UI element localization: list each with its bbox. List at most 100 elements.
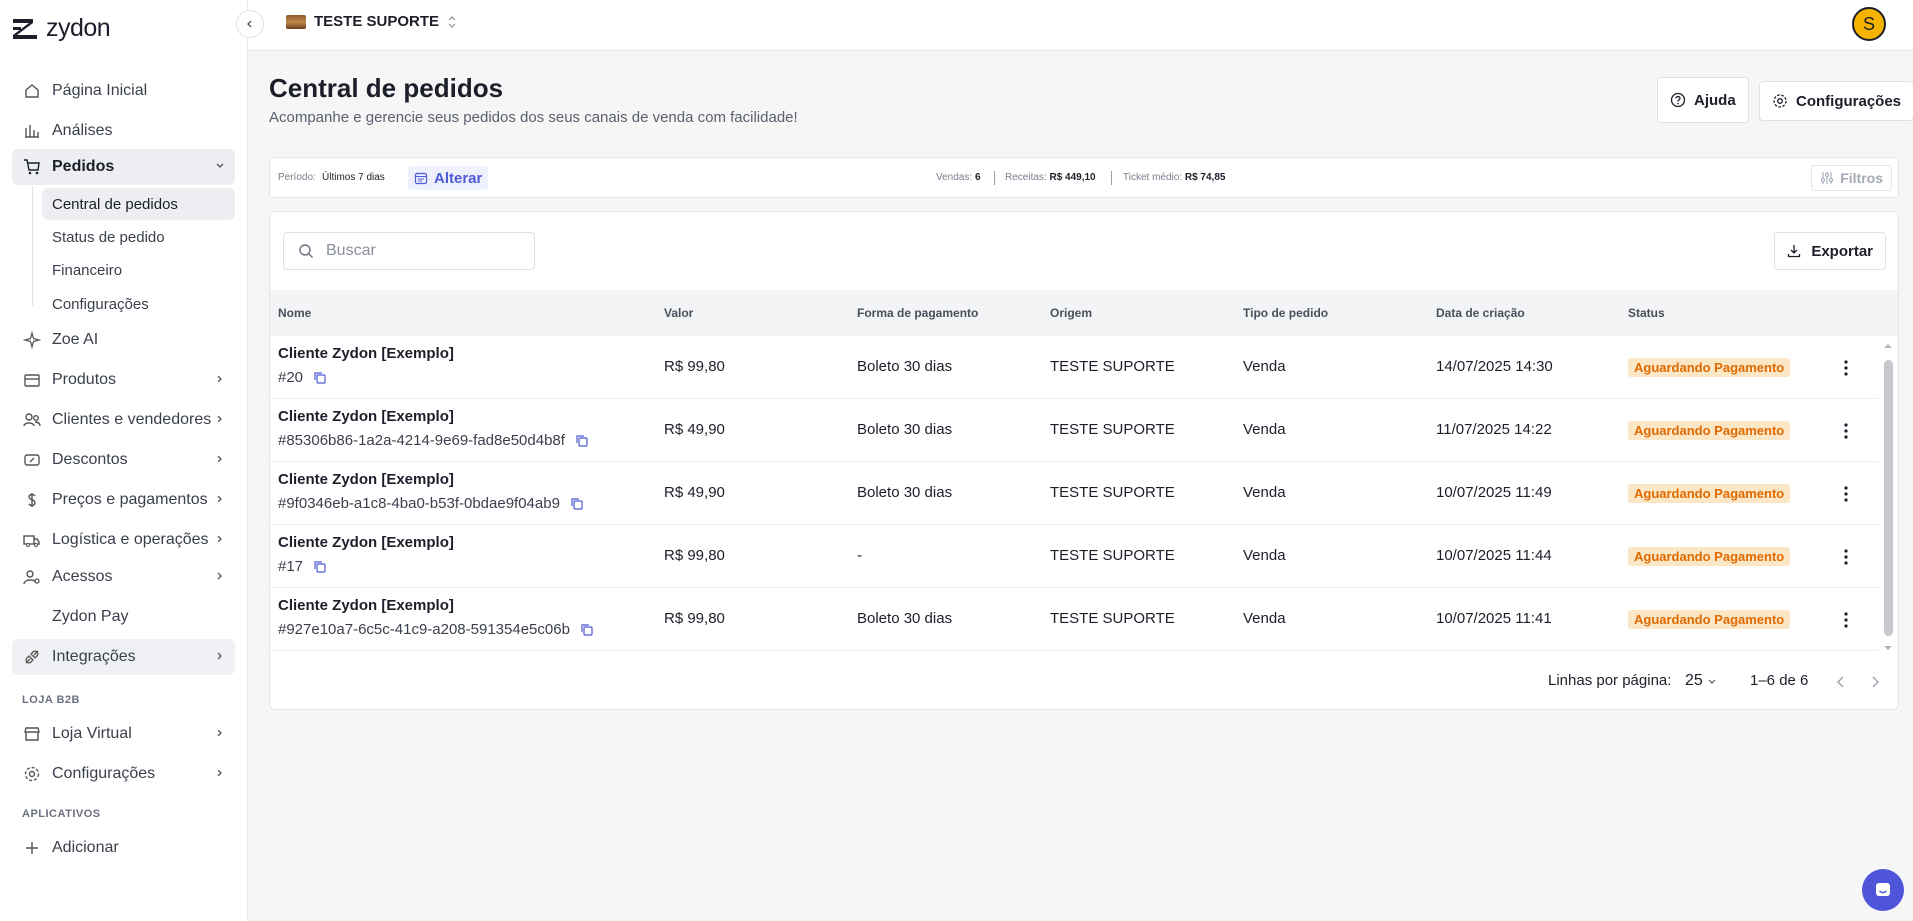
add-app-button[interactable]: Adicionar xyxy=(12,830,235,866)
sidebar-item-label: Descontos xyxy=(52,451,128,468)
order-type: Venda xyxy=(1243,358,1286,375)
created-at: 10/07/2025 11:41 xyxy=(1436,610,1552,627)
chat-icon xyxy=(1876,883,1890,896)
table-scrollbar[interactable] xyxy=(1878,336,1898,656)
sidebar-item-label: Zoe AI xyxy=(52,331,99,348)
table-row[interactable]: Cliente Zydon [Exemplo] #927e10a7-6c5c-4… xyxy=(270,588,1880,651)
change-period-button[interactable]: Alterar xyxy=(408,166,489,190)
sidebar-item-logistics[interactable]: Logística e operações xyxy=(12,522,235,558)
sidebar-item-prices-payments[interactable]: Preços e pagamentos xyxy=(12,482,235,518)
scroll-up-icon[interactable] xyxy=(1882,342,1894,350)
sliders-icon xyxy=(1821,172,1834,184)
logo[interactable]: zydon xyxy=(12,14,111,43)
order-origin: TESTE SUPORTE xyxy=(1050,610,1175,627)
sidebar-subitem-settings[interactable]: Configurações xyxy=(42,288,235,320)
filters-button[interactable]: Filtros xyxy=(1811,165,1892,191)
copy-icon[interactable] xyxy=(580,623,594,637)
more-options-icon[interactable] xyxy=(1838,611,1854,629)
export-button[interactable]: Exportar xyxy=(1774,232,1886,270)
sidebar-item-orders[interactable]: Pedidos xyxy=(12,149,235,185)
calendar-icon xyxy=(414,172,428,185)
store-flag-icon xyxy=(286,14,306,29)
column-header-created-at[interactable]: Data de criação xyxy=(1436,306,1525,320)
help-label: Ajuda xyxy=(1694,91,1736,109)
column-header-payment[interactable]: Forma de pagamento xyxy=(857,306,978,320)
sidebar-item-label: Preços e pagamentos xyxy=(52,491,208,508)
order-value: R$ 99,80 xyxy=(664,610,725,627)
scroll-thumb[interactable] xyxy=(1884,360,1893,636)
column-header-name[interactable]: Nome xyxy=(278,306,311,320)
help-button[interactable]: Ajuda xyxy=(1657,77,1749,123)
sidebar-item-label: Logística e operações xyxy=(52,531,209,548)
order-value: R$ 99,80 xyxy=(664,547,725,564)
sidebar-subitem-order-center[interactable]: Central de pedidos xyxy=(42,188,235,220)
sidebar-subitem-label: Configurações xyxy=(52,295,149,313)
chat-support-button[interactable] xyxy=(1862,869,1904,911)
customer-name: Cliente Zydon [Exemplo] xyxy=(278,534,454,551)
more-options-icon[interactable] xyxy=(1838,485,1854,503)
search-input[interactable] xyxy=(326,242,506,260)
payment-method: Boleto 30 dias xyxy=(857,484,953,501)
avatar[interactable]: S xyxy=(1852,7,1886,41)
order-id: #20 xyxy=(278,369,327,386)
gear-icon xyxy=(22,764,42,784)
settings-button[interactable]: Configurações xyxy=(1759,81,1913,121)
sidebar-item-products[interactable]: Produtos xyxy=(12,362,235,398)
sidebar-item-zydon-pay[interactable]: Zydon Pay xyxy=(12,599,235,635)
chevron-right-icon xyxy=(217,375,222,383)
table-row[interactable]: Cliente Zydon [Exemplo] #9f0346eb-a1c8-4… xyxy=(270,462,1880,525)
store-selector[interactable]: TESTE SUPORTE xyxy=(286,13,457,30)
column-header-order-type[interactable]: Tipo de pedido xyxy=(1243,306,1328,320)
table-header: Nome Valor Forma de pagamento Origem Tip… xyxy=(270,290,1898,336)
column-header-origin[interactable]: Origem xyxy=(1050,306,1092,320)
more-options-icon[interactable] xyxy=(1838,548,1854,566)
search-box[interactable] xyxy=(283,232,535,270)
chevron-right-icon xyxy=(217,495,222,503)
help-circle-icon xyxy=(1670,92,1686,108)
table-row[interactable]: Cliente Zydon [Exemplo] #85306b86-1a2a-4… xyxy=(270,399,1880,462)
section-label-b2b: LOJA B2B xyxy=(22,694,80,706)
sidebar-item-label: Zydon Pay xyxy=(52,608,129,625)
table-row[interactable]: Cliente Zydon [Exemplo] #20 R$ 99,80 Bol… xyxy=(270,336,1880,399)
sidebar-item-discounts[interactable]: Descontos xyxy=(12,442,235,478)
copy-icon[interactable] xyxy=(575,434,589,448)
sidebar-item-store-settings[interactable]: Configurações xyxy=(12,756,235,792)
search-icon xyxy=(299,244,313,258)
sidebar-item-label: Página Inicial xyxy=(52,82,148,99)
prev-page-icon[interactable] xyxy=(1834,674,1848,690)
sidebar-item-access[interactable]: Acessos xyxy=(12,559,235,595)
sidebar-item-zoe-ai[interactable]: Zoe AI xyxy=(12,322,235,358)
plus-icon xyxy=(22,838,42,858)
copy-icon[interactable] xyxy=(570,497,584,511)
copy-icon[interactable] xyxy=(313,371,327,385)
column-header-status[interactable]: Status xyxy=(1628,306,1665,320)
order-value: R$ 49,90 xyxy=(664,421,725,438)
order-id-text: #85306b86-1a2a-4214-9e69-fad8e50d4b8f xyxy=(278,432,565,449)
column-header-value[interactable]: Valor xyxy=(664,306,693,320)
sidebar-item-virtual-store[interactable]: Loja Virtual xyxy=(12,716,235,752)
order-id-text: #927e10a7-6c5c-41c9-a208-591354e5c06b xyxy=(278,621,570,638)
home-icon xyxy=(22,81,42,101)
next-page-icon[interactable] xyxy=(1868,674,1882,690)
sidebar-item-home[interactable]: Página Inicial xyxy=(12,73,235,109)
more-options-icon[interactable] xyxy=(1838,422,1854,440)
store-icon xyxy=(22,724,42,744)
sidebar-item-clients-sellers[interactable]: Clientes e vendedores xyxy=(12,402,235,438)
order-origin: TESTE SUPORTE xyxy=(1050,484,1175,501)
scroll-down-icon[interactable] xyxy=(1882,644,1894,652)
order-id: #927e10a7-6c5c-41c9-a208-591354e5c06b xyxy=(278,621,594,638)
copy-icon[interactable] xyxy=(313,560,327,574)
sidebar-item-analytics[interactable]: Análises xyxy=(12,113,235,149)
sidebar-subitem-order-status[interactable]: Status de pedido xyxy=(42,221,235,253)
chart-bars-icon xyxy=(22,121,42,141)
rows-per-page-select[interactable]: 25 xyxy=(1685,672,1717,690)
table-row[interactable]: Cliente Zydon [Exemplo] #17 R$ 99,80 - T… xyxy=(270,525,1880,588)
ticket-label: Ticket médio: xyxy=(1123,172,1183,183)
order-id-text: #17 xyxy=(278,558,304,575)
sidebar-item-label: Produtos xyxy=(52,371,117,388)
collapse-sidebar-button[interactable] xyxy=(236,10,264,38)
sidebar-subitem-financial[interactable]: Financeiro xyxy=(42,254,235,286)
sidebar-item-integrations[interactable]: Integrações xyxy=(12,639,235,675)
more-options-icon[interactable] xyxy=(1838,359,1854,377)
topbar xyxy=(248,0,1913,51)
